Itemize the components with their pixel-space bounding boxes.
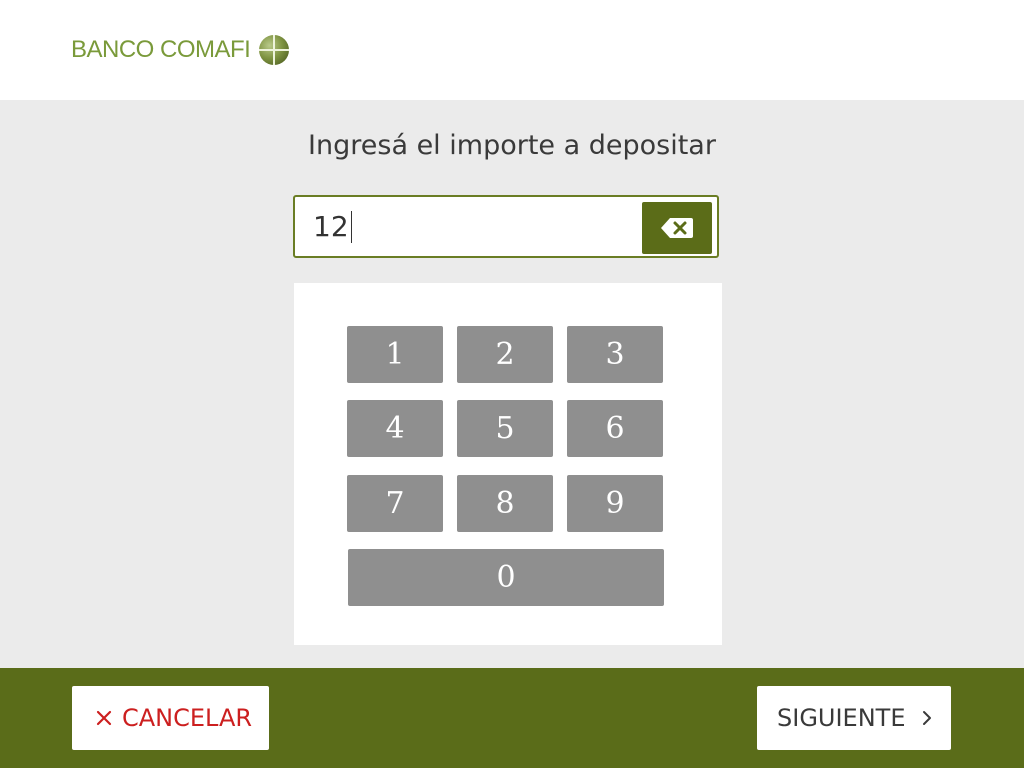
cancel-button[interactable]: CANCELAR bbox=[72, 686, 269, 750]
header: BANCO COMAFI bbox=[0, 0, 1024, 100]
key-4[interactable]: 4 bbox=[347, 400, 443, 457]
chevron-right-icon bbox=[922, 710, 932, 726]
next-button[interactable]: SIGUIENTE bbox=[757, 686, 951, 750]
key-9[interactable]: 9 bbox=[567, 475, 663, 532]
page-title: Ingresá el importe a depositar bbox=[308, 130, 716, 161]
brand-name: BANCO COMAFI bbox=[71, 36, 251, 63]
close-icon bbox=[96, 710, 112, 726]
amount-value: 12 bbox=[313, 211, 352, 243]
numeric-keypad: 1 2 3 4 5 6 7 8 9 0 bbox=[294, 283, 722, 645]
key-3[interactable]: 3 bbox=[567, 326, 663, 383]
brand-logo: BANCO COMAFI bbox=[71, 32, 290, 68]
key-8[interactable]: 8 bbox=[457, 475, 553, 532]
key-6[interactable]: 6 bbox=[567, 400, 663, 457]
key-1[interactable]: 1 bbox=[347, 326, 443, 383]
backspace-icon bbox=[661, 218, 693, 238]
key-7[interactable]: 7 bbox=[347, 475, 443, 532]
key-0[interactable]: 0 bbox=[348, 549, 664, 606]
key-5[interactable]: 5 bbox=[457, 400, 553, 457]
backspace-button[interactable] bbox=[642, 202, 712, 254]
cancel-button-label: CANCELAR bbox=[122, 704, 253, 732]
next-button-label: SIGUIENTE bbox=[777, 704, 906, 732]
comafi-globe-icon bbox=[259, 35, 290, 65]
amount-input[interactable]: 12 bbox=[293, 195, 719, 258]
key-2[interactable]: 2 bbox=[457, 326, 553, 383]
footer-bar: CANCELAR SIGUIENTE bbox=[0, 668, 1024, 768]
